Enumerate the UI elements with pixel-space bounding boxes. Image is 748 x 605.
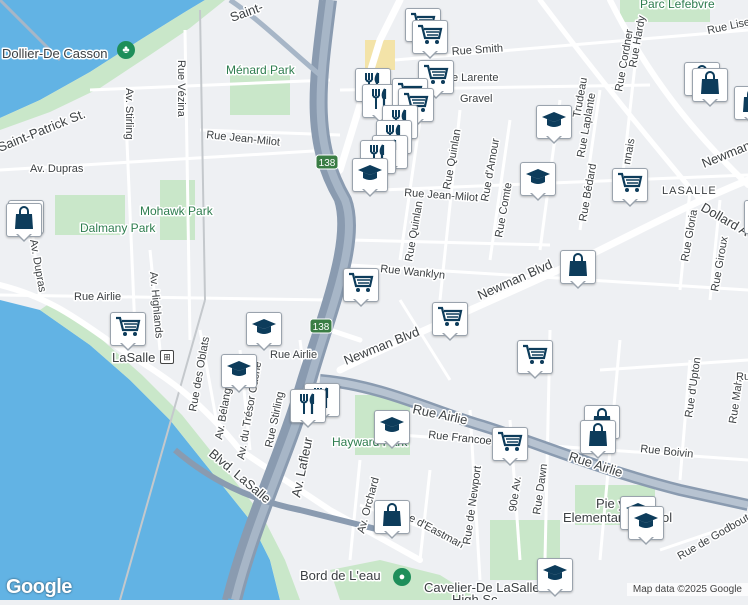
- poi-marker-cart[interactable]: [612, 168, 648, 208]
- label-dalmany-park: Dalmany Park: [80, 221, 156, 235]
- graduation-cap-icon: [541, 110, 567, 135]
- graduation-cap-icon: [542, 563, 568, 588]
- label-bord-de-leau: Bord de L'eau: [300, 568, 381, 583]
- label-lasalle-station: LaSalle: [112, 350, 155, 365]
- route-138-shield-bottom: 138: [310, 319, 332, 333]
- poi-marker-school[interactable]: [628, 506, 664, 546]
- map-canvas[interactable]: 138 138 Dollier-De Casson Ménard Park Mo…: [0, 0, 748, 600]
- graduation-cap-icon: [226, 359, 252, 384]
- label-rue-airlie-left: Rue Airlie: [74, 291, 121, 303]
- poi-marker-cart[interactable]: [517, 340, 553, 380]
- label-high-school: High Sc: [452, 592, 498, 600]
- poi-marker-bag[interactable]: [692, 68, 728, 108]
- poi-marker-bag[interactable]: [580, 420, 616, 460]
- route-138-shield-top: 138: [316, 155, 338, 169]
- park-pin-icon-dollier[interactable]: ♣: [117, 41, 135, 59]
- graduation-cap-icon: [633, 511, 659, 536]
- poi-marker-school[interactable]: [374, 410, 410, 450]
- shopping-cart-icon: [115, 316, 141, 343]
- poi-marker-bag[interactable]: [6, 203, 42, 243]
- graduation-cap-icon: [525, 167, 551, 192]
- label-parc-lefebvre: Parc Lefebvre: [640, 0, 715, 11]
- poi-marker-bag[interactable]: [744, 200, 748, 240]
- graduation-cap-icon: [251, 317, 277, 342]
- park-pin-icon-bord-de-leau[interactable]: ●: [393, 568, 411, 586]
- label-rue-s: Rue S: [736, 371, 748, 383]
- map-attribution[interactable]: Map data ©2025 Google: [627, 583, 748, 596]
- poi-marker-cart[interactable]: [412, 20, 448, 60]
- graduation-cap-icon: [379, 415, 405, 440]
- shopping-bag-icon: [13, 206, 35, 235]
- shopping-cart-icon: [348, 272, 374, 299]
- shopping-cart-icon: [497, 431, 523, 458]
- poi-marker-school[interactable]: [537, 558, 573, 598]
- label-lasalle-district: LASALLE: [662, 185, 717, 197]
- label-av-stirling: Av. Stirling: [123, 88, 135, 140]
- shopping-cart-icon: [617, 172, 643, 199]
- poi-marker-cart[interactable]: [110, 312, 146, 352]
- label-rue-vezina: Rue Vézina: [175, 60, 187, 118]
- label-rue-larente: e Larente: [452, 72, 498, 84]
- shopping-cart-icon: [437, 306, 463, 333]
- shopping-bag-icon: [699, 71, 721, 100]
- label-menard-park: Ménard Park: [226, 63, 296, 77]
- shopping-cart-icon: [417, 24, 443, 51]
- poi-marker-bag[interactable]: [374, 500, 410, 540]
- shopping-cart-icon: [522, 344, 548, 371]
- poi-marker-cart[interactable]: [432, 302, 468, 342]
- shopping-bag-icon: [567, 253, 589, 282]
- shopping-bag-icon: [741, 89, 748, 118]
- poi-marker-school[interactable]: [246, 312, 282, 352]
- poi-marker-cart[interactable]: [343, 268, 379, 308]
- poi-marker-school[interactable]: [352, 158, 388, 198]
- poi-marker-school[interactable]: [221, 354, 257, 394]
- label-dollier-park: Dollier-De Casson: [2, 46, 107, 61]
- poi-marker-school[interactable]: [536, 105, 572, 145]
- shopping-bag-icon: [381, 503, 403, 532]
- poi-marker-bag[interactable]: [560, 250, 596, 290]
- label-av-dupras-top: Av. Dupras: [30, 163, 84, 175]
- route-138-label-b: 138: [313, 322, 330, 333]
- poi-marker-food[interactable]: [290, 389, 326, 429]
- train-station-icon[interactable]: ⊞: [160, 350, 174, 364]
- label-mohawk-park: Mohawk Park: [140, 204, 214, 218]
- restaurant-icon: [296, 392, 320, 421]
- label-rue-gravel: Gravel: [460, 93, 492, 105]
- route-138-label-a: 138: [319, 158, 336, 169]
- poi-marker-cart[interactable]: [492, 427, 528, 467]
- poi-marker-school[interactable]: [520, 162, 556, 202]
- google-logo: Google: [6, 576, 72, 599]
- poi-marker-bag[interactable]: [734, 86, 748, 126]
- shopping-bag-icon: [587, 423, 609, 452]
- graduation-cap-icon: [357, 163, 383, 188]
